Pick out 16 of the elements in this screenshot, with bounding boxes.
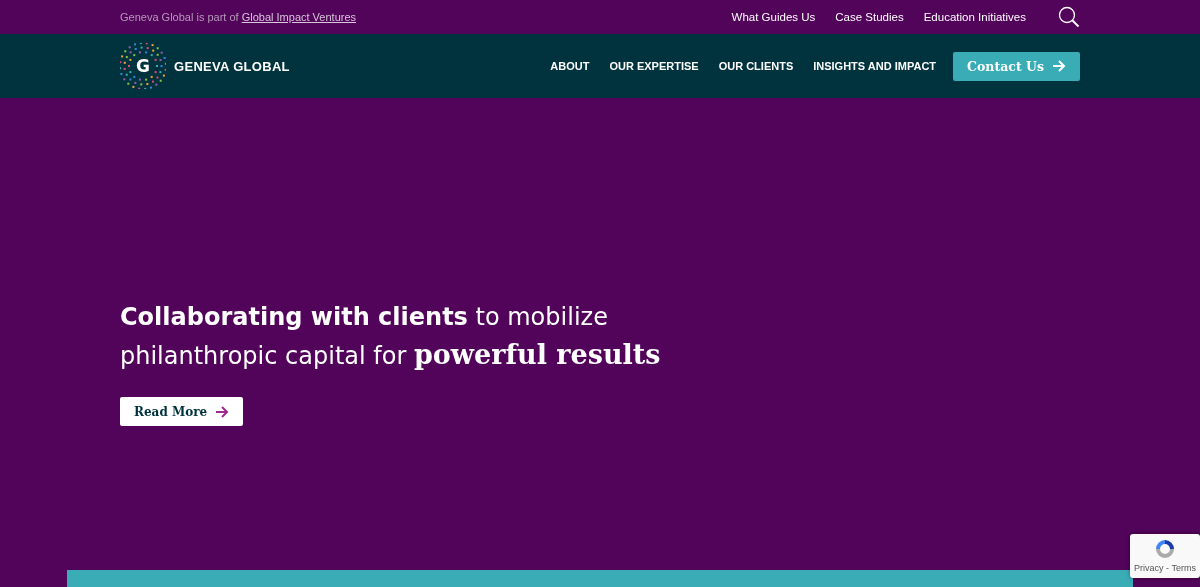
- nav-link[interactable]: OUR EXPERTISE: [609, 60, 699, 72]
- search-icon[interactable]: [1058, 6, 1080, 28]
- top-link[interactable]: Case Studies: [835, 11, 904, 23]
- hero-headline: Collaborating with clients to mobilize philanthropic capital for powerful results: [120, 302, 662, 372]
- global-impact-ventures-link[interactable]: Global Impact Ventures: [241, 11, 357, 23]
- affiliation-text: Geneva Global is part of Global Impact Ventures: [120, 11, 357, 23]
- top-link[interactable]: Education Initiatives: [923, 11, 1026, 23]
- read-more-button[interactable]: Read More: [120, 397, 244, 426]
- arrow-icon: [1052, 60, 1066, 72]
- logo-text[interactable]: GENEVA GLOBAL: [174, 58, 290, 74]
- arrow-icon: [215, 405, 230, 418]
- top-link[interactable]: What Guides Us: [731, 11, 816, 23]
- nav-link[interactable]: INSIGHTS AND IMPACT: [813, 60, 937, 72]
- nav-link[interactable]: OUR CLIENTS: [718, 60, 794, 72]
- recaptcha-icon: [1153, 537, 1177, 561]
- nav-link[interactable]: ABOUT: [550, 60, 590, 72]
